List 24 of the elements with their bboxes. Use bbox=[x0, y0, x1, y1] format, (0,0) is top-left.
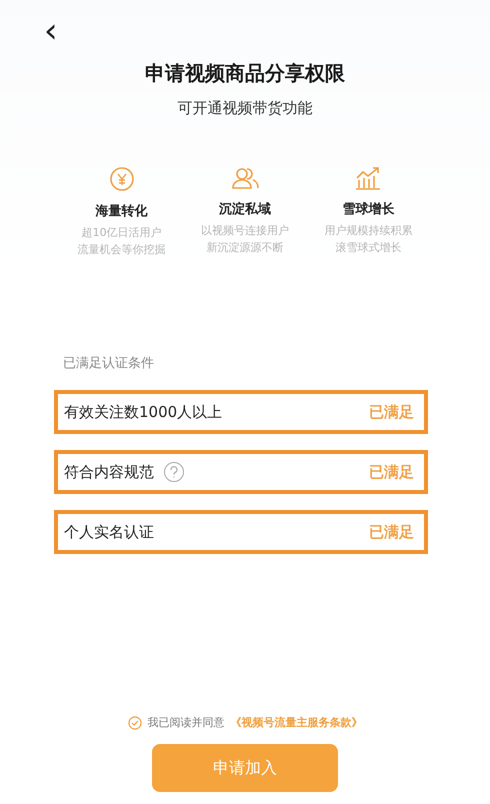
feature-title: 沉淀私域 bbox=[218, 200, 271, 218]
feature-title: 雪球增长 bbox=[342, 201, 394, 218]
feature-description: 用户规模持续积累 滚雪球式增长 bbox=[324, 223, 412, 256]
feature-description: 超10亿日活用户 流量机会等你挖掘 bbox=[78, 225, 166, 258]
terms-link[interactable]: 《视频号流量主服务条款》 bbox=[230, 715, 362, 730]
section-label: 已满足认证条件 bbox=[63, 355, 155, 372]
condition-text: 符合内容规范 bbox=[64, 462, 154, 482]
users-icon bbox=[230, 166, 259, 190]
condition-text: 个人实名认证 bbox=[64, 522, 154, 542]
help-icon[interactable] bbox=[164, 462, 184, 482]
growth-chart-icon bbox=[355, 166, 382, 190]
status-text: 已满足 bbox=[369, 402, 414, 422]
page-subtitle: 可开通视频带货功能 bbox=[178, 99, 312, 118]
condition-text: 有效关注数1000人以上 bbox=[64, 402, 222, 422]
feature-title: 海量转化 bbox=[96, 203, 148, 220]
status-text: 已满足 bbox=[369, 522, 414, 542]
yen-coin-icon bbox=[108, 166, 135, 192]
apply-button[interactable]: 申请加入 bbox=[152, 744, 338, 792]
back-button[interactable]: ‹ bbox=[40, 14, 62, 48]
page-title: 申请视频商品分享权限 bbox=[145, 60, 345, 87]
status-text: 已满足 bbox=[369, 462, 414, 482]
agreement-text: 我已阅读并同意 bbox=[148, 715, 224, 730]
checkbox[interactable] bbox=[128, 716, 142, 730]
feature-description: 以视频号连接用户 新沉淀源源不断 bbox=[200, 223, 289, 256]
